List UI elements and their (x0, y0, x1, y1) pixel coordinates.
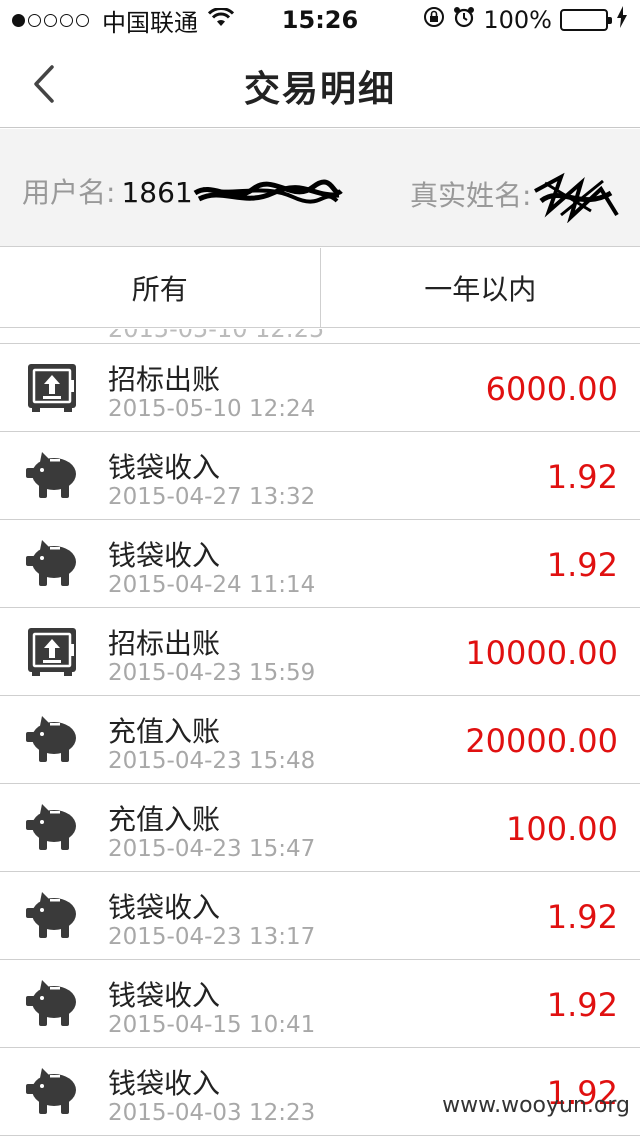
list-item[interactable]: 2015-05-10 12:25 (0, 329, 640, 344)
tab-all[interactable]: 所有 (0, 248, 320, 327)
user-info-panel: 用户名: 1861 真实姓名: (0, 129, 640, 247)
tab-within-one-year[interactable]: 一年以内 (319, 248, 640, 327)
navigation-bar: 交易明细 (0, 40, 640, 128)
redaction-scribble-icon (193, 179, 343, 204)
safe-icon (26, 362, 80, 414)
transaction-amount: 1.92 (546, 986, 618, 1024)
realname-row: 真实姓名: (410, 171, 621, 223)
transaction-amount: 6000.00 (485, 370, 618, 408)
transaction-date: 2015-04-23 15:48 (108, 748, 316, 774)
piggy-bank-icon (26, 538, 80, 590)
transaction-amount: 1.92 (546, 458, 618, 496)
redaction-scribble-icon (534, 172, 620, 223)
piggy-bank-icon (26, 890, 80, 942)
transaction-date: 2015-04-23 15:47 (108, 836, 316, 862)
piggy-bank-icon (26, 1066, 80, 1118)
piggy-bank-icon (26, 450, 80, 502)
transaction-type: 招标出账 (108, 363, 221, 396)
watermark: www.wooyun.org (442, 1093, 630, 1118)
alarm-icon (453, 6, 475, 34)
transaction-amount: 100.00 (506, 810, 618, 848)
piggy-bank-icon (26, 978, 80, 1030)
transaction-amount: 10000.00 (465, 634, 618, 672)
transaction-date: 2015-05-10 12:24 (108, 396, 316, 422)
list-item[interactable]: 招标出账 2015-04-23 15:59 10000.00 (0, 608, 640, 696)
transaction-type: 钱袋收入 (108, 539, 221, 572)
transaction-type: 钱袋收入 (108, 1067, 221, 1100)
battery-icon (560, 9, 612, 31)
transaction-type: 招标出账 (108, 627, 221, 660)
transaction-amount: 1.92 (546, 898, 618, 936)
transaction-type: 钱袋收入 (108, 451, 221, 484)
transaction-date: 2015-04-24 11:14 (108, 572, 316, 598)
list-item[interactable]: 钱袋收入 2015-04-24 11:14 1.92 (0, 520, 640, 608)
piggy-bank-icon (26, 714, 80, 766)
rotation-lock-icon (423, 6, 445, 34)
transaction-date: 2015-04-23 15:59 (108, 660, 316, 686)
username-label: 用户名: (22, 176, 116, 209)
transaction-date: 2015-04-27 13:32 (108, 484, 316, 510)
transaction-date: 2015-04-23 13:17 (108, 924, 316, 950)
transaction-amount: 1.92 (546, 546, 618, 584)
list-item[interactable]: 钱袋收入 2015-04-27 13:32 1.92 (0, 432, 640, 520)
filter-tabs: 所有 一年以内 (0, 248, 640, 328)
transaction-type: 充值入账 (108, 715, 221, 748)
battery-percent: 100% (483, 6, 552, 34)
piggy-bank-icon (26, 802, 80, 854)
transaction-type: 钱袋收入 (108, 891, 221, 924)
charging-icon (616, 6, 628, 34)
status-right: 100% (415, 6, 628, 34)
transaction-date: 2015-04-15 10:41 (108, 1012, 316, 1038)
transaction-type: 充值入账 (108, 803, 221, 836)
username-value: 1861 (121, 176, 193, 209)
list-item[interactable]: 充值入账 2015-04-23 15:47 100.00 (0, 784, 640, 872)
list-item[interactable]: 招标出账 2015-05-10 12:24 6000.00 (0, 344, 640, 432)
transaction-type: 钱袋收入 (108, 979, 221, 1012)
status-bar: 中国联通 15:26 100% (0, 0, 640, 40)
transaction-date: 2015-05-10 12:25 (108, 329, 325, 343)
list-item[interactable]: 钱袋收入 2015-04-03 12:23 1.92 (0, 1048, 640, 1136)
list-item[interactable]: 充值入账 2015-04-23 15:48 20000.00 (0, 696, 640, 784)
transaction-list[interactable]: 2015-05-10 12:25 招标出账 2015-05-10 12:24 600… (0, 329, 640, 1136)
page-title: 交易明细 (243, 69, 396, 110)
transaction-amount: 20000.00 (465, 722, 618, 760)
transaction-date: 2015-04-03 12:23 (108, 1100, 316, 1126)
realname-label: 真实姓名: (410, 179, 532, 212)
safe-icon (26, 626, 80, 678)
list-item[interactable]: 钱袋收入 2015-04-15 10:41 1.92 (0, 960, 640, 1048)
username-row: 用户名: 1861 (22, 171, 343, 211)
list-item[interactable]: 钱袋收入 2015-04-23 13:17 1.92 (0, 872, 640, 960)
